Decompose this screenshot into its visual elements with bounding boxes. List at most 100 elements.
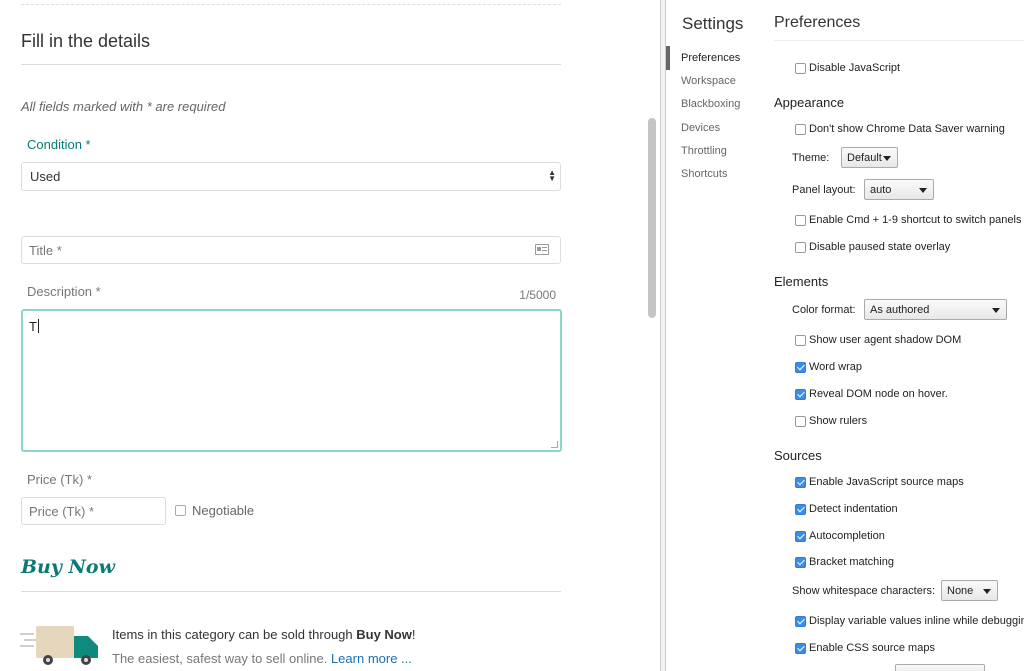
nav-item-workspace[interactable]: Workspace bbox=[681, 75, 736, 87]
devtools-settings-panel: Settings Preferences Workspace Blackboxi… bbox=[666, 0, 1024, 671]
color-format-dropdown[interactable]: As authored bbox=[864, 299, 1007, 320]
detect-indentation-label: Detect indentation bbox=[809, 503, 898, 515]
autocompletion-checkbox[interactable] bbox=[795, 530, 806, 542]
shadow-dom-label: Show user agent shadow DOM bbox=[809, 334, 962, 346]
chevron-down-icon bbox=[883, 156, 891, 161]
css-source-maps-label: Enable CSS source maps bbox=[809, 642, 935, 654]
nav-item-devices[interactable]: Devices bbox=[681, 122, 720, 134]
buy-now-title: Buy Now bbox=[21, 556, 115, 578]
buy-now-divider bbox=[21, 591, 561, 592]
nav-item-blackboxing[interactable]: Blackboxing bbox=[681, 98, 740, 110]
resize-grip-icon[interactable] bbox=[551, 441, 558, 448]
elements-heading: Elements bbox=[774, 274, 829, 289]
css-source-maps-checkbox[interactable] bbox=[795, 642, 806, 654]
active-nav-indicator bbox=[666, 46, 670, 70]
text-caret bbox=[37, 319, 39, 333]
color-format-label: Color format: bbox=[792, 304, 856, 316]
buy-now-tagline: The easiest, safest way to sell online. … bbox=[112, 651, 412, 666]
data-saver-label: Don't show Chrome Data Saver warning bbox=[809, 123, 1005, 135]
dashed-separator bbox=[21, 0, 561, 5]
sources-heading: Sources bbox=[774, 448, 822, 463]
theme-label: Theme: bbox=[792, 152, 830, 164]
paused-overlay-checkbox[interactable] bbox=[795, 241, 806, 253]
negotiable-option[interactable]: Negotiable bbox=[175, 503, 254, 518]
ad-form-pane: Fill in the details All fields marked wi… bbox=[0, 0, 645, 671]
price-input[interactable]: Price (Tk) * bbox=[21, 497, 166, 525]
tagline-text: The easiest, safest way to sell online. bbox=[112, 651, 331, 666]
nav-item-shortcuts[interactable]: Shortcuts bbox=[681, 168, 727, 180]
autocompletion-label: Autocompletion bbox=[809, 530, 885, 542]
description-label: Description * bbox=[27, 284, 101, 299]
partial-dropdown[interactable] bbox=[895, 664, 985, 671]
show-rulers-option[interactable]: Show rulers bbox=[795, 415, 867, 427]
whitespace-label: Show whitespace characters: bbox=[792, 585, 936, 597]
cmd-shortcut-label: Enable Cmd + 1-9 shortcut to switch pane… bbox=[809, 214, 1022, 226]
js-source-maps-label: Enable JavaScript source maps bbox=[809, 476, 964, 488]
buy-now-bold: Buy Now bbox=[356, 627, 412, 642]
whitespace-dropdown[interactable]: None bbox=[941, 580, 998, 601]
title-placeholder: Title * bbox=[29, 243, 62, 258]
js-source-maps-option[interactable]: Enable JavaScript source maps bbox=[795, 476, 964, 488]
condition-select[interactable]: Used ▲ ▼ bbox=[21, 162, 561, 191]
data-saver-checkbox[interactable] bbox=[795, 123, 806, 135]
disable-javascript-option[interactable]: Disable JavaScript bbox=[795, 62, 900, 74]
reveal-dom-checkbox[interactable] bbox=[795, 388, 806, 400]
negotiable-checkbox[interactable] bbox=[175, 505, 186, 516]
learn-more-link[interactable]: Learn more ... bbox=[331, 651, 412, 666]
theme-dropdown[interactable]: Default bbox=[841, 147, 898, 168]
title-input[interactable]: Title * bbox=[21, 236, 561, 264]
theme-value: Default bbox=[847, 152, 882, 164]
select-arrows-icon: ▲ ▼ bbox=[548, 168, 556, 183]
show-rulers-label: Show rulers bbox=[809, 415, 868, 427]
disable-javascript-label: Disable JavaScript bbox=[809, 62, 901, 74]
paused-overlay-option[interactable]: Disable paused state overlay bbox=[795, 241, 950, 253]
whitespace-value: None bbox=[947, 585, 974, 597]
css-source-maps-option[interactable]: Enable CSS source maps bbox=[795, 642, 935, 654]
bracket-matching-checkbox[interactable] bbox=[795, 556, 806, 568]
word-wrap-checkbox[interactable] bbox=[795, 361, 806, 373]
nav-item-throttling[interactable]: Throttling bbox=[681, 145, 727, 157]
preferences-divider bbox=[774, 40, 1024, 41]
color-format-value: As authored bbox=[870, 304, 930, 316]
autocompletion-option[interactable]: Autocompletion bbox=[795, 530, 885, 542]
bracket-matching-label: Bracket matching bbox=[809, 556, 894, 568]
paused-overlay-label: Disable paused state overlay bbox=[809, 241, 951, 253]
cmd-shortcut-checkbox[interactable] bbox=[795, 214, 806, 226]
chevron-down-icon bbox=[919, 188, 927, 193]
show-rulers-checkbox[interactable] bbox=[795, 415, 806, 427]
reveal-dom-label: Reveal DOM node on hover. bbox=[809, 388, 948, 400]
appearance-heading: Appearance bbox=[774, 95, 845, 110]
chevron-down-icon bbox=[983, 589, 991, 594]
word-wrap-option[interactable]: Word wrap bbox=[795, 361, 862, 373]
panel-layout-dropdown[interactable]: auto bbox=[864, 179, 934, 200]
preferences-title: Preferences bbox=[774, 14, 861, 31]
panel-layout-value: auto bbox=[870, 184, 892, 196]
buy-now-text-suffix: ! bbox=[411, 627, 416, 642]
negotiable-label: Negotiable bbox=[192, 503, 255, 518]
js-source-maps-checkbox[interactable] bbox=[795, 476, 806, 488]
id-card-icon bbox=[535, 244, 549, 255]
bracket-matching-option[interactable]: Bracket matching bbox=[795, 556, 894, 568]
form-scrollbar[interactable] bbox=[648, 118, 656, 318]
nav-item-preferences[interactable]: Preferences bbox=[681, 52, 740, 64]
condition-selected-value: Used bbox=[30, 169, 61, 184]
description-char-counter: 1/5000 bbox=[519, 288, 556, 302]
description-textarea[interactable]: T bbox=[21, 309, 562, 452]
panel-layout-label: Panel layout: bbox=[792, 184, 856, 196]
required-fields-note: All fields marked with * are required bbox=[21, 99, 226, 114]
data-saver-option[interactable]: Don't show Chrome Data Saver warning bbox=[795, 123, 1005, 135]
word-wrap-label: Word wrap bbox=[809, 361, 862, 373]
reveal-dom-option[interactable]: Reveal DOM node on hover. bbox=[795, 388, 948, 400]
detect-indentation-checkbox[interactable] bbox=[795, 503, 806, 515]
price-label: Price (Tk) * bbox=[27, 472, 92, 487]
chevron-down-icon bbox=[992, 308, 1000, 313]
shadow-dom-checkbox[interactable] bbox=[795, 334, 806, 346]
inline-values-option[interactable]: Display variable values inline while deb… bbox=[795, 615, 1024, 627]
detect-indentation-option[interactable]: Detect indentation bbox=[795, 503, 898, 515]
buy-now-description: Items in this category can be sold throu… bbox=[112, 627, 416, 642]
description-text: T bbox=[29, 319, 37, 334]
cmd-shortcut-option[interactable]: Enable Cmd + 1-9 shortcut to switch pane… bbox=[795, 214, 1021, 226]
inline-values-checkbox[interactable] bbox=[795, 615, 806, 627]
shadow-dom-option[interactable]: Show user agent shadow DOM bbox=[795, 334, 961, 346]
disable-javascript-checkbox[interactable] bbox=[795, 62, 806, 74]
